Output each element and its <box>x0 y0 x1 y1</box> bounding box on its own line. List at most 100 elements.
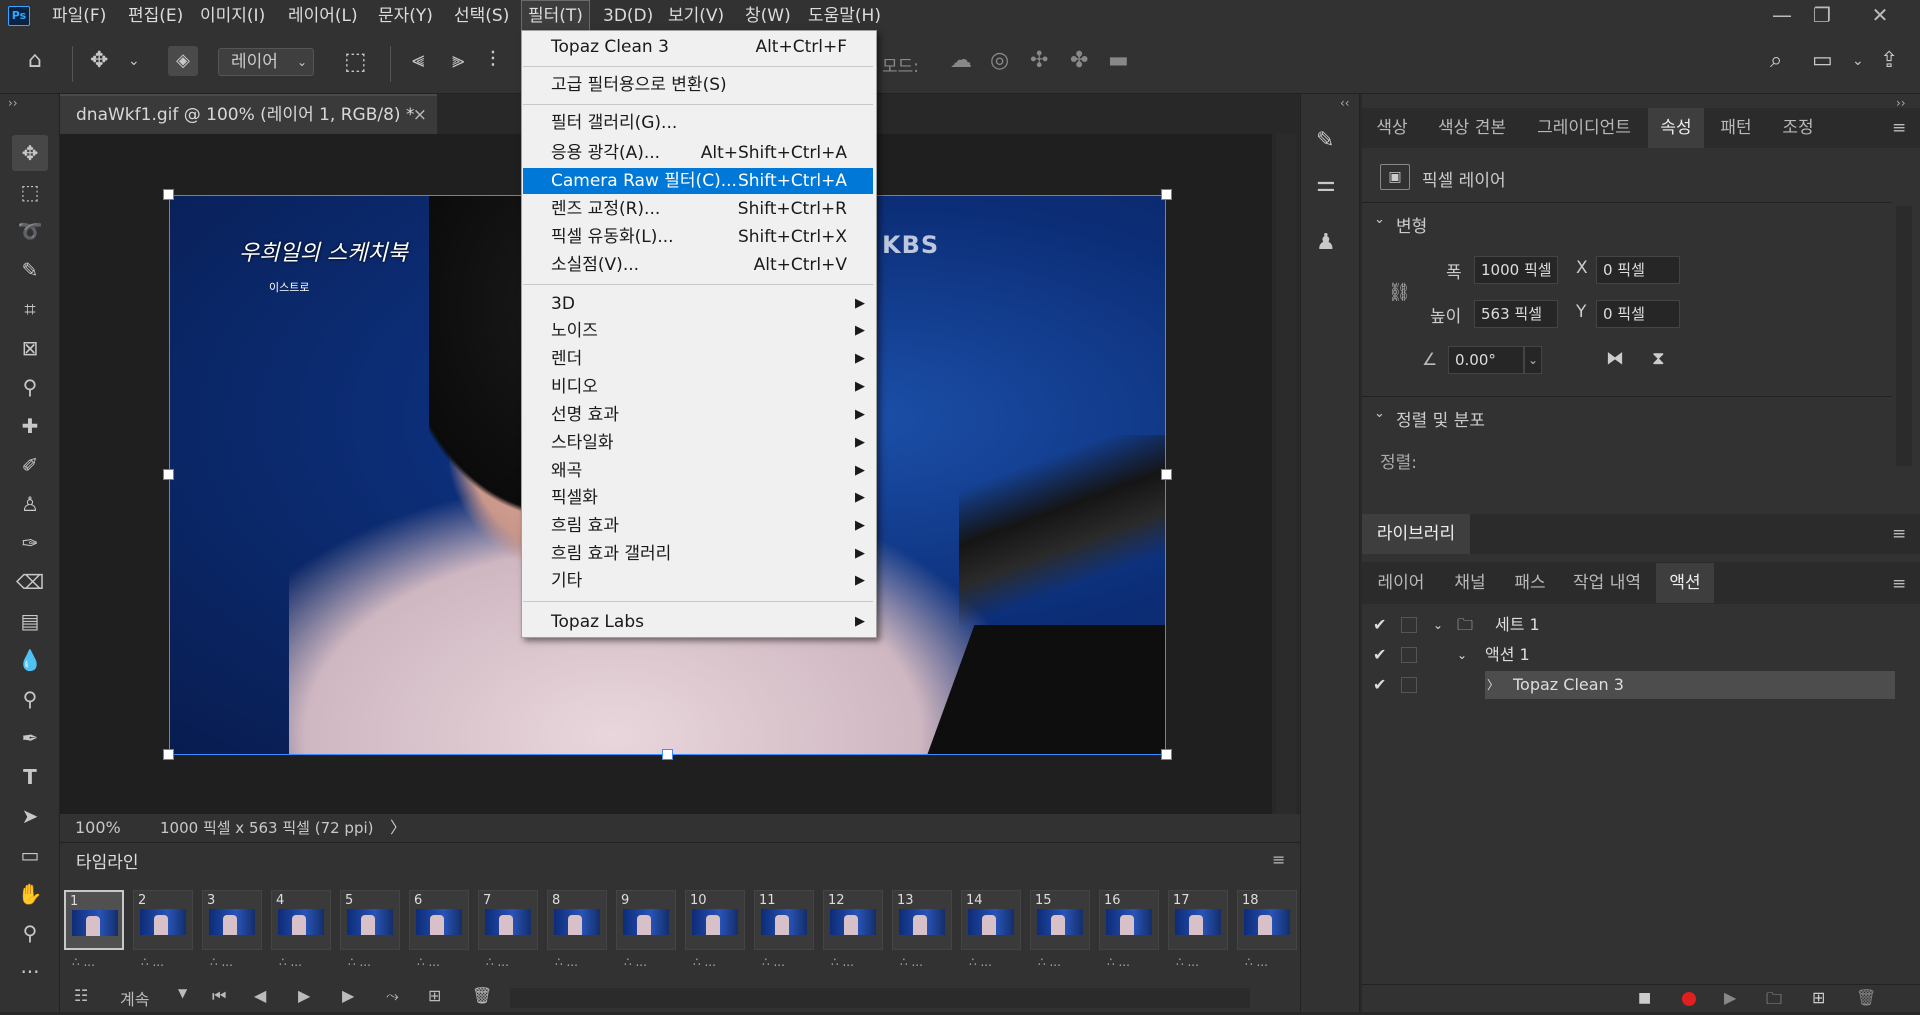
check-icon[interactable]: ✔ <box>1373 611 1386 639</box>
menu-item-camera-raw[interactable]: Camera Raw 필터(C)... Shift+Ctrl+A <box>523 168 873 194</box>
panel-menu-icon[interactable]: ≡ <box>1892 118 1906 138</box>
close-window-button[interactable]: ✕ <box>1860 0 1900 32</box>
lasso-tool-icon[interactable]: ➰ <box>12 213 48 249</box>
menu-item-convert-smart[interactable]: 고급 필터용으로 변환(S) <box>523 72 873 98</box>
pen-tool-icon[interactable]: ✒ <box>12 720 48 756</box>
menu-item-liquify[interactable]: 픽셀 유동화(L)... Shift+Ctrl+X <box>523 224 873 250</box>
frame-delay[interactable]: ∴ ... <box>900 955 923 969</box>
panel-menu-icon[interactable]: ≡ <box>1272 850 1285 869</box>
menu-item-pixelate[interactable]: 픽셀화 ▶ <box>523 485 873 511</box>
menu-item-topaz-clean-last[interactable]: Topaz Clean 3 Alt+Ctrl+F <box>523 34 873 60</box>
frame-tool-icon[interactable]: ⊠ <box>12 330 48 366</box>
timeline-frame[interactable]: 17 <box>1168 890 1228 950</box>
align-left-icon[interactable]: ⫷ <box>412 46 424 76</box>
gradient-tool-icon[interactable]: ▤ <box>12 603 48 639</box>
crop-tool-icon[interactable]: ⌗ <box>12 291 48 327</box>
frame-delay[interactable]: ∴ ... <box>1245 955 1268 969</box>
panel-menu-icon[interactable]: ≡ <box>1892 574 1906 594</box>
chevron-down-icon[interactable]: ⌄ <box>1433 611 1443 639</box>
menu-item-filter-gallery[interactable]: 필터 갤러리(G)... <box>523 110 873 136</box>
action-row[interactable]: ✔ ⌄ 액션 1 <box>1365 641 1895 669</box>
angle-field[interactable]: 0.00° <box>1448 346 1524 374</box>
eyedropper-tool-icon[interactable]: ⚲ <box>12 369 48 405</box>
tab-properties[interactable]: 속성 <box>1648 108 1704 148</box>
menu-item-noise[interactable]: 노이즈 ▶ <box>523 318 873 344</box>
roll-3d-icon[interactable]: ◎ <box>990 46 1009 76</box>
orbit-3d-icon[interactable]: ☁ <box>950 46 972 76</box>
timeline-frame[interactable]: 10 <box>685 890 745 950</box>
align-section-title[interactable]: 정렬 및 분포 <box>1396 406 1485 431</box>
restore-button[interactable]: ❐ <box>1802 0 1842 32</box>
tab-libraries[interactable]: 라이브러리 <box>1362 514 1470 554</box>
timeline-frame[interactable]: 9 <box>616 890 676 950</box>
frame-delay[interactable]: ∴ ... <box>72 955 95 969</box>
action-set-row[interactable]: ✔ ⌄ 🗀 세트 1 <box>1365 611 1895 639</box>
type-tool-icon[interactable]: T <box>12 759 48 795</box>
menu-item-blur[interactable]: 흐림 효과 ▶ <box>523 513 873 539</box>
frame-delay[interactable]: ∴ ... <box>693 955 716 969</box>
menu-item-other[interactable]: 기타 ▶ <box>523 568 873 594</box>
timeline-frame[interactable]: 11 <box>754 890 814 950</box>
clone-source-icon[interactable]: ♟ <box>1316 230 1336 255</box>
stop-icon[interactable]: ■ <box>1638 990 1651 1006</box>
frame-delay[interactable]: ∴ ... <box>1107 955 1130 969</box>
convert-timeline-icon[interactable]: ☷ <box>74 986 88 1005</box>
timeline-frame[interactable]: 3 <box>202 890 262 950</box>
transform-handle[interactable] <box>1161 749 1172 760</box>
menu-item-adaptive-wide-angle[interactable]: 응용 광각(A)... Alt+Shift+Ctrl+A <box>523 140 873 166</box>
first-frame-icon[interactable]: ⏮ <box>212 986 226 1006</box>
zoom-level[interactable]: 100% <box>75 814 121 842</box>
menu-edit[interactable]: 편집(E) <box>128 0 183 32</box>
flip-horizontal-icon[interactable]: ⧓ <box>1606 348 1624 369</box>
frame-delay[interactable]: ∴ ... <box>762 955 785 969</box>
timeline-frame[interactable]: 4 <box>271 890 331 950</box>
previous-frame-icon[interactable]: ◀ <box>254 986 266 1005</box>
menu-file[interactable]: 파일(F) <box>52 0 106 32</box>
expand-toolbar-icon[interactable]: ›› <box>8 96 18 110</box>
x-field[interactable]: 0 픽셀 <box>1596 256 1680 284</box>
menu-image[interactable]: 이미지(I) <box>200 0 265 32</box>
workspace-icon[interactable]: ▭ <box>1812 46 1833 76</box>
transform-handle[interactable] <box>662 749 673 760</box>
chevron-down-icon[interactable]: ⌄ <box>1374 212 1385 227</box>
tab-patterns[interactable]: 패턴 <box>1706 108 1766 148</box>
frame-delay[interactable]: ∴ ... <box>831 955 854 969</box>
auto-select-icon[interactable]: ◈ <box>168 46 198 76</box>
menu-item-video[interactable]: 비디오 ▶ <box>523 374 873 400</box>
transform-handle[interactable] <box>163 749 174 760</box>
menu-item-blur-gallery[interactable]: 흐림 효과 갤러리 ▶ <box>523 541 873 567</box>
status-menu-arrow[interactable]: 〉 <box>390 814 406 842</box>
blur-tool-icon[interactable]: 💧 <box>12 642 48 678</box>
transform-handle[interactable] <box>1161 189 1172 200</box>
align-right-icon[interactable]: ⫶ <box>490 46 496 76</box>
menu-item-render[interactable]: 렌더 ▶ <box>523 346 873 372</box>
quick-select-tool-icon[interactable]: ✎ <box>12 252 48 288</box>
home-icon[interactable]: ⌂ <box>28 46 42 76</box>
action-step-row[interactable]: ✔ 〉 Topaz Clean 3 <box>1365 671 1895 699</box>
transform-handle[interactable] <box>163 189 174 200</box>
menu-help[interactable]: 도움말(H) <box>808 0 881 32</box>
frame-delay[interactable]: ∴ ... <box>141 955 164 969</box>
dialog-toggle[interactable] <box>1401 617 1417 633</box>
frame-delay[interactable]: ∴ ... <box>417 955 440 969</box>
transform-controls-icon[interactable]: ⬚ <box>344 46 367 76</box>
play-icon[interactable]: ▶ <box>298 986 310 1005</box>
transform-section-title[interactable]: 변형 <box>1396 212 1427 237</box>
menu-view[interactable]: 보기(V) <box>668 0 724 32</box>
chevron-down-icon[interactable]: ⌄ <box>1374 406 1385 421</box>
collapse-icon[interactable]: ‹‹ <box>1340 96 1350 110</box>
path-select-tool-icon[interactable]: ➤ <box>12 798 48 834</box>
timeline-frame[interactable]: 12 <box>823 890 883 950</box>
marquee-tool-icon[interactable]: ⬚ <box>12 174 48 210</box>
panel-menu-icon[interactable]: ≡ <box>1892 524 1906 544</box>
next-frame-icon[interactable]: ▶ <box>342 986 354 1005</box>
move-tool-icon[interactable]: ✥ <box>90 46 108 76</box>
rectangle-tool-icon[interactable]: ▭ <box>12 837 48 873</box>
y-field[interactable]: 0 픽셀 <box>1596 300 1680 328</box>
tab-swatches[interactable]: 색상 견본 <box>1424 108 1520 148</box>
timeline-frame[interactable]: 13 <box>892 890 952 950</box>
properties-scrollbar[interactable] <box>1896 206 1912 466</box>
width-field[interactable]: 1000 픽셀 <box>1474 256 1558 284</box>
chevron-right-icon[interactable]: 〉 <box>1487 671 1499 699</box>
menu-item-stylize[interactable]: 스타일화 ▶ <box>523 430 873 456</box>
